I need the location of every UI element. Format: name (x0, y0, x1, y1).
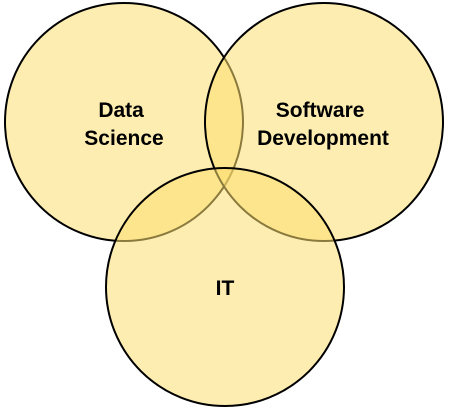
label-it: IT (216, 277, 235, 300)
label-data-science-line-2: Science (84, 127, 163, 150)
venn-diagram: Data Science Software Development IT (4, 2, 444, 407)
label-software-development-line-1: Software (276, 99, 365, 122)
label-data-science-line-1: Data (98, 99, 144, 122)
label-software-development-line-2: Development (257, 127, 389, 150)
label-it-line-1: IT (216, 277, 235, 300)
